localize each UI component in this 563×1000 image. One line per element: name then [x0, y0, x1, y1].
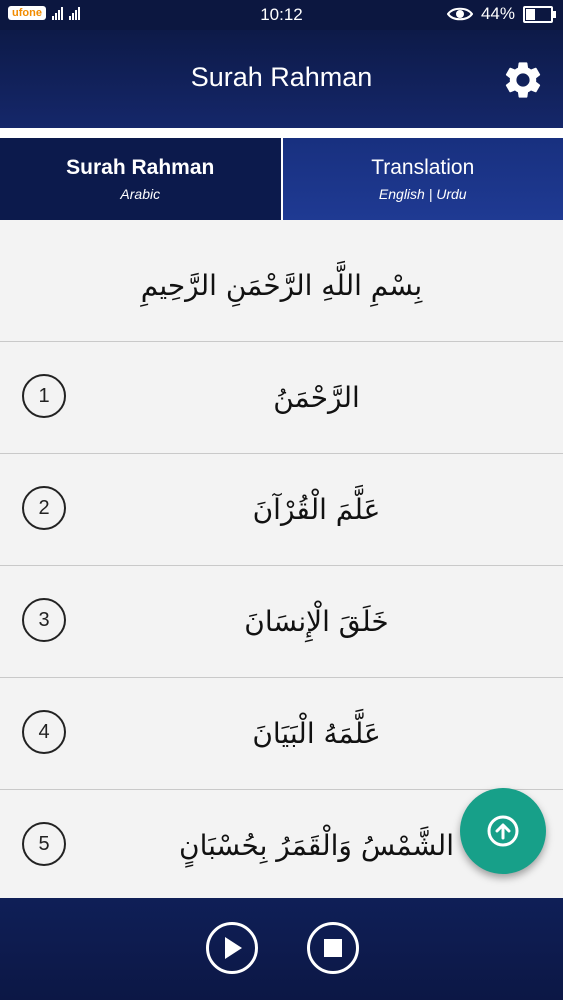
playback-bar: [0, 898, 563, 1000]
list-item[interactable]: 2 عَلَّمَ الْقُرْآنَ: [0, 454, 563, 566]
list-item[interactable]: 3 خَلَقَ الْإِنسَانَ: [0, 566, 563, 678]
tab-label: Surah Rahman: [66, 156, 215, 179]
list-item[interactable]: 4 عَلَّمَهُ الْبَيَانَ: [0, 678, 563, 790]
battery-percent: 44%: [480, 4, 515, 23]
verse-text: خَلَقَ الْإِنسَانَ: [244, 605, 389, 638]
play-button[interactable]: [206, 922, 258, 974]
verse-text: عَلَّمَهُ الْبَيَانَ: [252, 717, 381, 750]
verse-number: 2: [22, 486, 66, 530]
header-divider: [0, 128, 563, 138]
tab-label: Translation: [371, 156, 475, 179]
tab-sublabel: Arabic: [120, 186, 161, 202]
bismillah: بِسْمِ اللَّهِ الرَّحْمَنِ الرَّحِيمِ: [0, 230, 563, 342]
tab-translation[interactable]: Translation English | Urdu: [282, 138, 563, 220]
eye-icon: [446, 7, 473, 21]
tab-surah-arabic[interactable]: Surah Rahman Arabic: [0, 138, 283, 220]
verse-number: 3: [22, 598, 66, 642]
app-header: Surah Rahman: [0, 30, 563, 128]
stop-button[interactable]: [307, 922, 359, 974]
gear-icon[interactable]: [501, 58, 545, 102]
play-icon: [225, 937, 242, 959]
verse-number: 5: [22, 822, 66, 866]
status-bar: ufone 10:12 44%: [0, 0, 563, 30]
battery-icon: [523, 5, 556, 23]
verse-number: 1: [22, 374, 66, 418]
verse-number: 4: [22, 710, 66, 754]
verse-text: الرَّحْمَنُ: [273, 381, 360, 414]
page-title: Surah Rahman: [190, 62, 373, 92]
tab-bar: Surah Rahman Arabic Translation English …: [0, 138, 563, 220]
stop-icon: [324, 939, 342, 957]
status-right: 44%: [446, 4, 556, 24]
scroll-top-button[interactable]: [460, 788, 546, 874]
tab-sublabel: English | Urdu: [378, 186, 467, 202]
arrow-up-circle-icon: [487, 815, 519, 847]
verse-text: عَلَّمَ الْقُرْآنَ: [252, 493, 381, 526]
list-item[interactable]: 1 الرَّحْمَنُ: [0, 342, 563, 454]
